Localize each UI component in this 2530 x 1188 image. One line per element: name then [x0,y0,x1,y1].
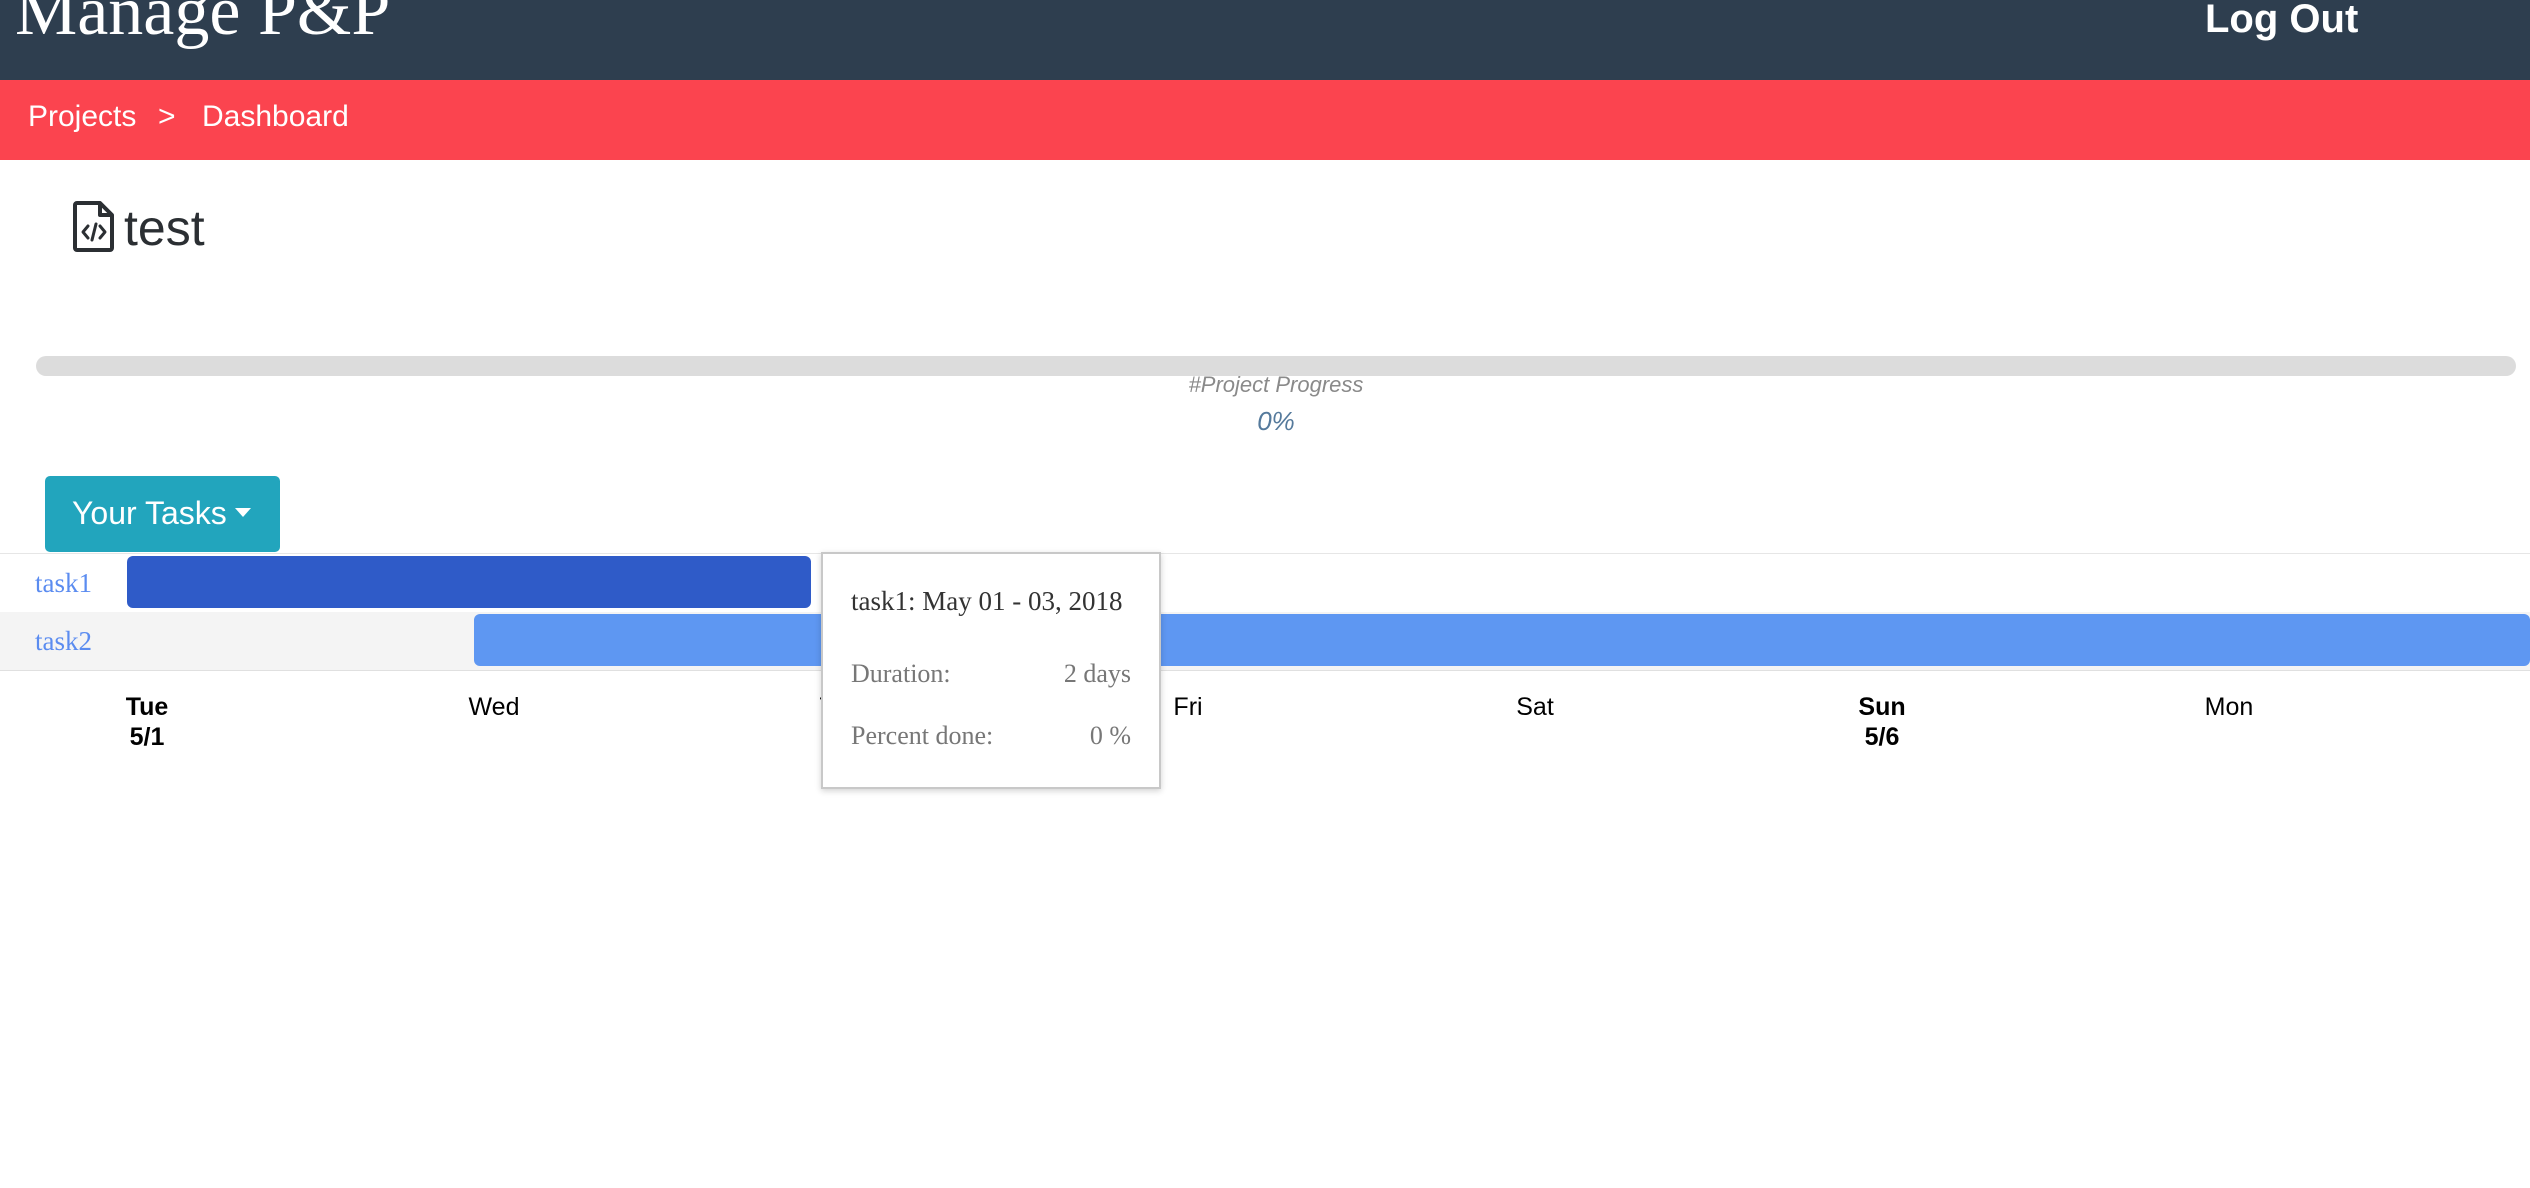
tooltip-duration-value: 2 days [1063,659,1131,688]
task-label-task2[interactable]: task2 [35,626,92,657]
axis-day-label: Wed [468,693,520,721]
task-label-task1[interactable]: task1 [35,568,92,599]
logout-button[interactable]: Log Out [2205,0,2358,42]
caret-down-icon [234,508,251,518]
gantt-row-task2: task2 [0,612,2530,671]
project-title: test [124,200,205,256]
axis-day-label: Sat [1516,693,1554,721]
axis-day-label: Sun 5/6 [1858,693,1906,751]
tooltip-duration-label: Duration: [851,659,951,688]
project-progress-value: 0% [1257,406,1295,436]
project-progress-label: #Project Progress [1188,372,1364,397]
task-bar-task2[interactable] [474,614,2530,666]
gantt-row-task1: task1 [0,553,2530,613]
file-code-icon [73,201,114,252]
breadcrumb-separator: > [158,100,176,133]
tooltip-percent-label: Percent done: [851,721,994,750]
task-bar-task1[interactable] [127,556,811,608]
axis-day-label: Tue [2516,692,2530,722]
axis-day-label: Mon [2204,693,2254,721]
app-title: Manage P&P [15,0,391,50]
your-tasks-dropdown-button[interactable]: Your Tasks [45,476,280,552]
breadcrumb: Projects > Dashboard [0,80,2530,160]
your-tasks-label: Your Tasks [72,495,227,531]
axis-day-label: Tue 5/1 [125,693,169,751]
task-tooltip: task1: May 01 - 03, 2018 Duration: 2 day… [821,552,1161,789]
breadcrumb-projects-link[interactable]: Projects [28,100,136,134]
tooltip-title: task1: May 01 - 03, 2018 [851,586,1123,616]
breadcrumb-dashboard-link[interactable]: Dashboard [202,100,349,134]
top-navbar: Manage P&P Log Out [0,0,2530,80]
tooltip-percent-value: 0 % [1089,721,1131,750]
